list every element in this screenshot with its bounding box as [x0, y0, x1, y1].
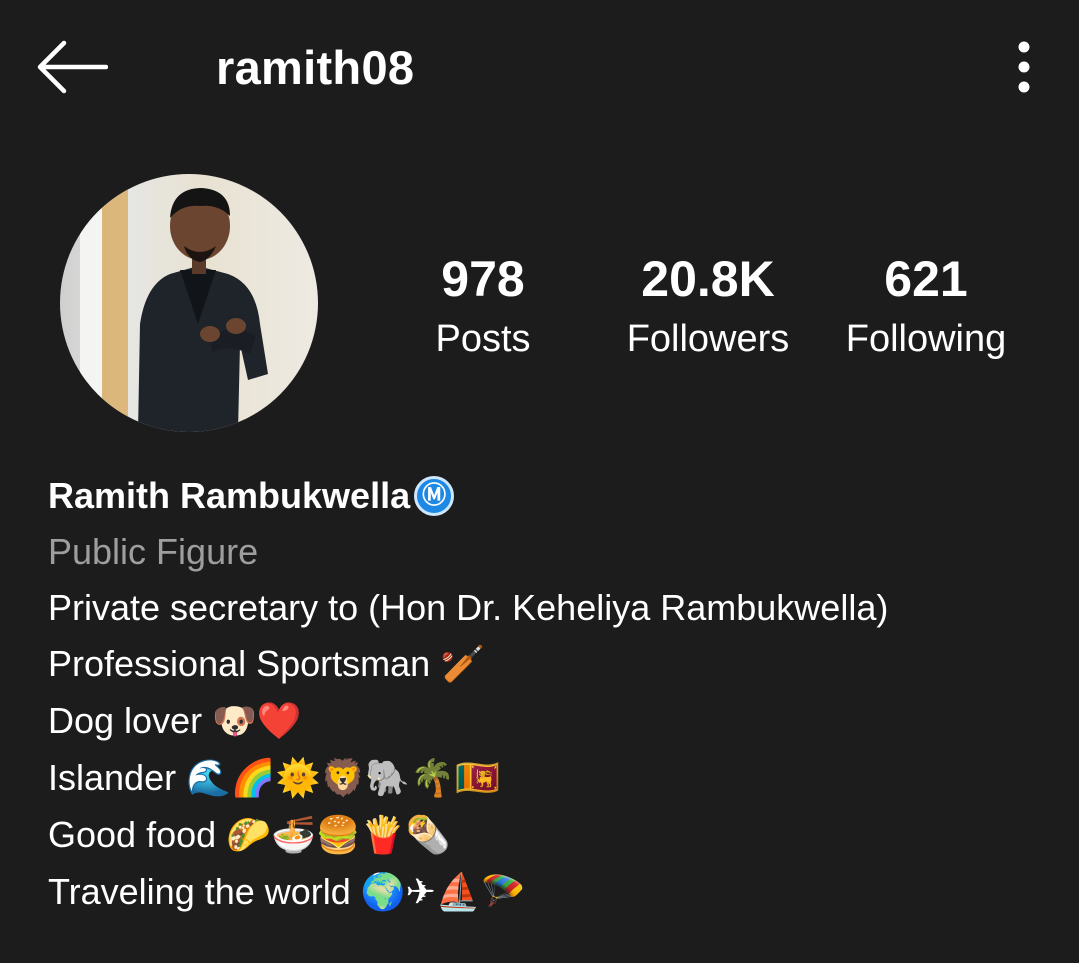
more-options-button[interactable] — [1000, 36, 1048, 98]
followers-label: Followers — [626, 318, 790, 360]
bio-line-text: Islander — [48, 757, 187, 798]
bio-line-text: Private secretary to (Hon Dr. Keheliya R… — [48, 587, 889, 628]
name-row: Ramith Rambukwella Ⓜ — [48, 468, 1058, 524]
bio-line: Good food 🌮🍜🍔🍟🌯 — [48, 807, 1058, 864]
arrow-left-icon — [37, 40, 108, 94]
profile-avatar[interactable] — [60, 174, 318, 432]
bio-line: Professional Sportsman 🏏 — [48, 636, 1058, 693]
bio-line-text: Professional Sportsman — [48, 643, 441, 684]
bio-line: Dog lover 🐶❤️ — [48, 693, 1058, 750]
bio-line-text: Traveling the world — [48, 871, 361, 912]
profile-username: ramith08 — [216, 41, 415, 94]
profile-bio: Ramith Rambukwella Ⓜ Public Figure Priva… — [48, 468, 1058, 921]
islander-emoji-icon: 🌊🌈🌞🦁🐘🌴🇱🇰 — [186, 758, 500, 799]
posts-count: 978 — [441, 251, 525, 307]
posts-stat[interactable]: 978 Posts — [400, 250, 566, 364]
travel-emoji-icon: 🌍✈⛵🪂 — [360, 872, 526, 913]
bio-line: Islander 🌊🌈🌞🦁🐘🌴🇱🇰 — [48, 750, 1058, 807]
profile-photo — [60, 174, 318, 432]
cricket-emoji-icon: 🏏 — [440, 644, 486, 685]
display-name: Ramith Rambukwella — [48, 475, 411, 516]
following-label: Following — [845, 318, 1007, 360]
profile-stats: 978 Posts 20.8K Followers 621 Following — [400, 250, 1050, 370]
back-button[interactable] — [30, 36, 112, 98]
bio-line-text: Dog lover — [48, 700, 213, 741]
bio-line: Traveling the world 🌍✈⛵🪂 — [48, 864, 1058, 921]
meta-badge-icon: Ⓜ — [414, 476, 455, 516]
profile-category: Public Figure — [48, 531, 259, 572]
food-emoji-icon: 🌮🍜🍔🍟🌯 — [226, 815, 451, 856]
posts-label: Posts — [435, 318, 531, 360]
followers-stat[interactable]: 20.8K Followers — [608, 250, 808, 364]
bio-line: Private secretary to (Hon Dr. Keheliya R… — [48, 580, 1058, 636]
following-count: 621 — [884, 251, 968, 307]
top-bar: ramith08 — [0, 0, 1079, 140]
dog-heart-emoji-icon: 🐶❤️ — [212, 701, 302, 742]
bio-line-text: Good food — [48, 814, 227, 855]
followers-count: 20.8K — [641, 251, 775, 307]
more-vertical-icon — [1018, 41, 1030, 93]
following-stat[interactable]: 621 Following — [834, 250, 1018, 364]
